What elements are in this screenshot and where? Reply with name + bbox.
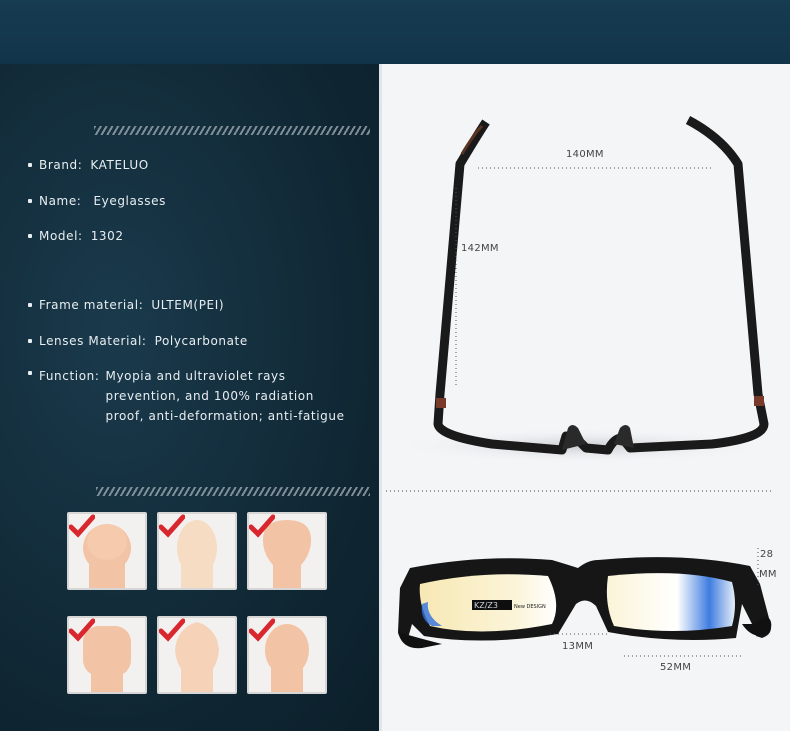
glasses-illustration: KZ/Z3 New DESIGN [386,116,774,657]
bullet-icon [28,198,32,203]
check-icon [69,514,95,538]
spec-brand: Brand: KATELUO [28,158,149,172]
dim-lens-height-unit: MM [759,569,777,580]
check-icon [159,514,185,538]
spec-label: Lenses Material: [39,334,147,348]
spec-value: KATELUO [90,158,149,172]
spec-label: Brand: [39,158,83,172]
bullet-icon [28,338,32,343]
spec-value: ULTEM(PEI) [151,298,225,312]
bullet-icon [28,162,32,167]
check-icon [249,618,275,642]
spec-label: Name: [39,194,82,208]
face-heart-icon [247,512,327,590]
hatch-divider-top [94,126,370,135]
check-icon [249,514,275,538]
dim-lens-height-value: 28 [760,549,774,560]
check-icon [159,618,185,642]
spec-name: Name: Eyeglasses [28,194,166,208]
face-round-icon [67,512,147,590]
spec-label: Frame material: [39,298,144,312]
product-photo-panel: KZ/Z3 New DESIGN [382,64,790,731]
dim-temple-width: 140MM [566,149,604,160]
spec-value: Polycarbonate [154,334,248,348]
frame-brand-mark: KZ/Z3 [474,601,498,610]
check-icon [69,618,95,642]
top-banner [0,0,790,64]
spec-label: Model: [39,229,83,243]
face-oval-icon [157,512,237,590]
bullet-icon [28,233,32,238]
spec-value: Eyeglasses [93,194,166,208]
spec-lenses-material: Lenses Material: Polycarbonate [28,334,248,348]
spec-label: Function: [39,369,100,383]
bullet-icon [28,302,32,307]
frame-design-text: New DESIGN [514,604,546,610]
spec-value: Myopia and ultraviolet rays prevention, … [105,369,345,423]
bullet-icon [28,370,32,375]
dim-lens-width: 52MM [660,662,692,673]
face-long-icon [247,616,327,694]
hatch-divider-bottom [96,487,370,496]
dim-bridge: 13MM [562,641,594,652]
face-diamond-icon [157,616,237,694]
face-square-icon [67,616,147,694]
spec-value: 1302 [90,229,124,243]
spec-frame-material: Frame material: ULTEM(PEI) [28,298,224,312]
dim-temple-length: 142MM [461,243,499,254]
spec-function: Function: Myopia and ultraviolet rays pre… [28,366,355,426]
spec-model: Model: 1302 [28,229,124,243]
